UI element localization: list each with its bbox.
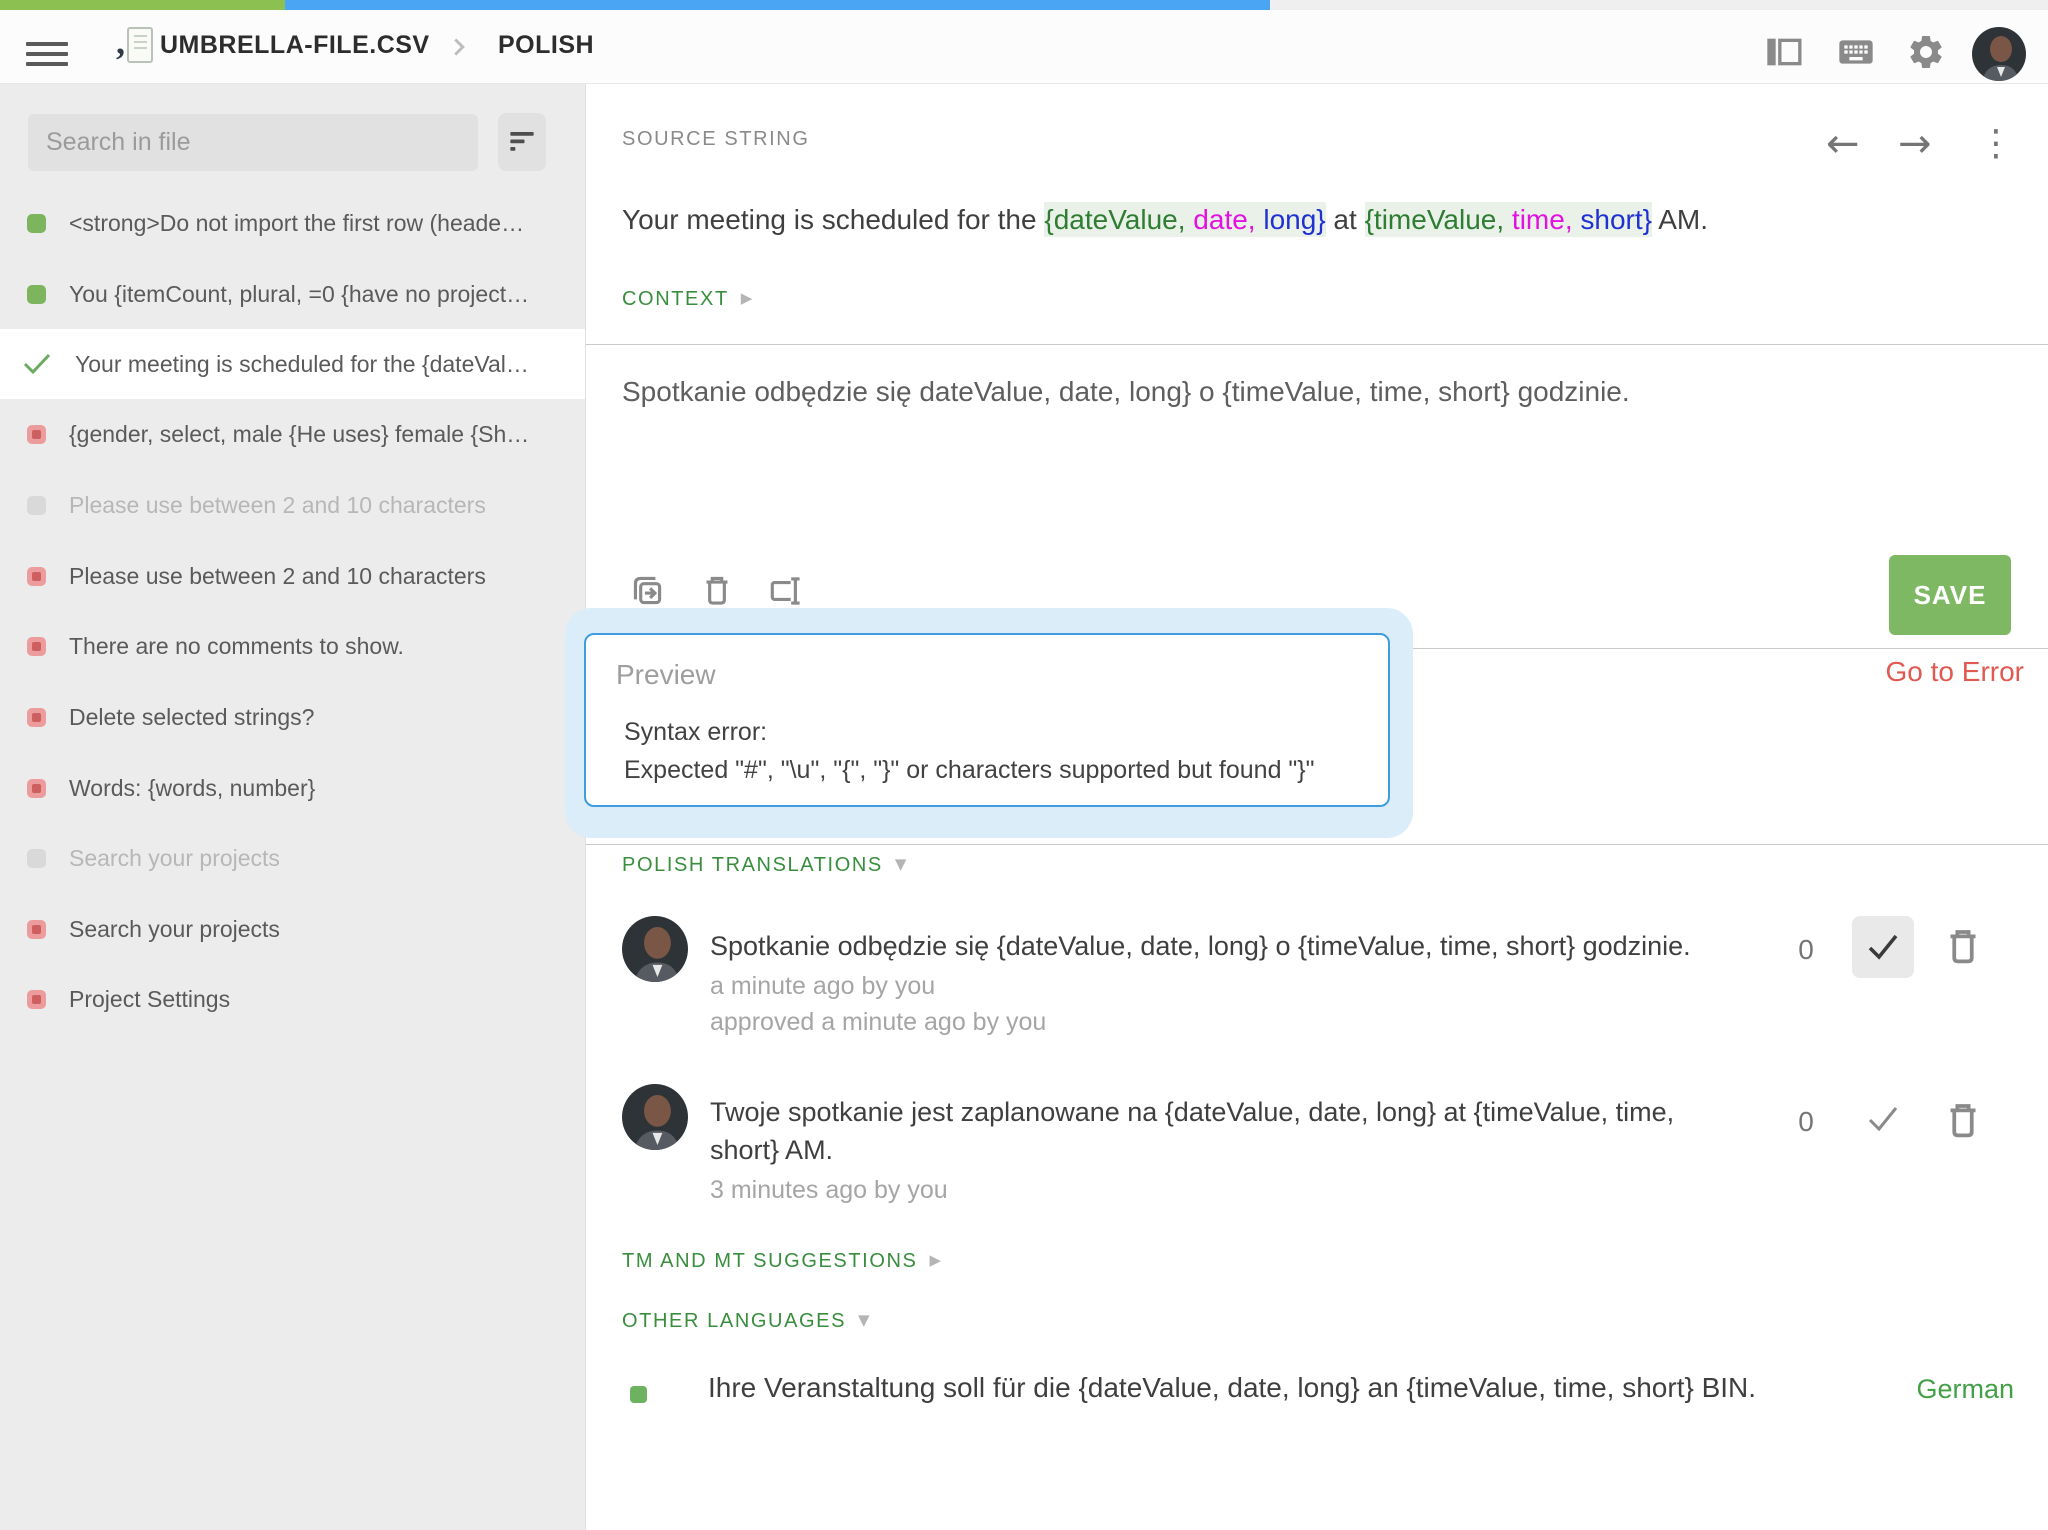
status-approved-icon	[27, 284, 46, 304]
search-input[interactable]	[28, 114, 478, 171]
string-list-item[interactable]: Words: {words, number}	[0, 753, 585, 823]
string-label: Project Settings	[69, 985, 231, 1012]
string-list-item[interactable]: <strong>Do not import the first row (hea…	[0, 188, 585, 258]
delete-translation-icon[interactable]	[1938, 922, 1988, 972]
syntax-error-message: Syntax error: Expected "#", "\u", "{", "…	[624, 718, 1315, 784]
translation-editor-text[interactable]: Spotkanie odbędzie się dateValue, date, …	[622, 376, 1630, 408]
vote-count: 0	[1798, 1106, 1814, 1137]
context-section-toggle[interactable]: CONTEXT ▶	[622, 288, 752, 311]
delete-translation-icon[interactable]	[696, 570, 738, 612]
status-hidden-icon	[27, 848, 46, 868]
delete-translation-icon[interactable]	[1938, 1096, 1988, 1146]
other-languages-section-toggle[interactable]: OTHER LANGUAGES ▼	[622, 1310, 870, 1333]
save-button[interactable]: SAVE	[1889, 555, 2011, 635]
file-progress-bar	[0, 0, 2048, 10]
side-by-side-view-icon[interactable]	[1762, 32, 1806, 72]
source-string-text: Your meeting is scheduled for the {dateV…	[622, 202, 1709, 237]
clear-translation-icon[interactable]	[766, 570, 808, 612]
translation-text: Spotkanie odbędzie się {dateValue, date,…	[710, 931, 1691, 961]
approve-translation-button[interactable]	[1852, 916, 1914, 978]
string-label: Search your projects	[69, 844, 280, 871]
status-untranslated-icon	[27, 566, 46, 586]
string-label: <strong>Do not import the first row (hea…	[69, 209, 525, 236]
approved-check-icon	[22, 351, 52, 377]
status-untranslated-icon	[27, 919, 46, 939]
string-label: There are no comments to show.	[69, 632, 404, 659]
string-label: Search your projects	[69, 915, 280, 942]
copy-source-icon[interactable]	[626, 570, 668, 612]
translation-meta: a minute ago by you	[710, 972, 936, 1000]
status-untranslated-icon	[27, 424, 46, 444]
preview-popup: Preview Syntax error: Expected "#", "\u"…	[565, 608, 1413, 838]
string-list-item[interactable]: Project Settings	[0, 964, 585, 1034]
breadcrumb-file-name[interactable]: UMBRELLA-FILE.CSV	[160, 10, 430, 83]
translation-meta: 3 minutes ago by you	[710, 1176, 948, 1204]
strings-sidebar: <strong>Do not import the first row (hea…	[0, 84, 586, 1530]
preview-label: Preview	[616, 659, 716, 690]
string-label: You {itemCount, plural, =0 {have no proj…	[69, 280, 530, 307]
string-label: Please use between 2 and 10 characters	[69, 562, 486, 589]
polish-translations-section-toggle[interactable]: POLISH TRANSLATIONS ▼	[622, 854, 906, 877]
collapsed-triangle-icon: ▶	[740, 289, 753, 307]
next-string-arrow-icon[interactable]: →	[1898, 122, 1932, 166]
status-untranslated-icon	[27, 636, 46, 656]
keyboard-shortcuts-icon[interactable]	[1834, 32, 1878, 72]
string-list-item[interactable]: Search your projects	[0, 823, 585, 893]
divider	[586, 344, 2048, 345]
previous-string-arrow-icon[interactable]: ←	[1826, 122, 1860, 166]
tm-mt-suggestions-section-toggle[interactable]: TM AND MT SUGGESTIONS ▶	[622, 1250, 941, 1273]
string-list-item[interactable]: Please use between 2 and 10 characters	[0, 541, 585, 611]
string-list-item[interactable]: You {itemCount, plural, =0 {have no proj…	[0, 259, 585, 329]
breadcrumb-language[interactable]: POLISH	[498, 10, 594, 83]
progress-translated-segment	[285, 0, 1270, 10]
other-language-name[interactable]: German	[1916, 1374, 2014, 1405]
translator-avatar	[622, 916, 688, 982]
string-label: Delete selected strings?	[69, 703, 315, 730]
progress-approved-segment	[0, 0, 285, 10]
translation-text: Twoje spotkanie jest zaplanowane na {dat…	[710, 1097, 1675, 1127]
status-untranslated-icon	[27, 989, 46, 1009]
string-label: Please use between 2 and 10 characters	[69, 491, 486, 518]
approve-translation-button[interactable]	[1858, 1094, 1908, 1144]
status-approved-icon	[27, 213, 46, 233]
user-avatar[interactable]	[1972, 27, 2026, 81]
filter-icon	[510, 132, 534, 151]
vote-count: 0	[1798, 934, 1814, 965]
expanded-triangle-icon: ▼	[894, 855, 907, 873]
breadcrumb-chevron-icon	[444, 32, 474, 67]
string-label: {gender, select, male {He uses} female {…	[69, 420, 530, 447]
status-approved-icon	[630, 1386, 647, 1403]
string-label: Your meeting is scheduled for the {dateV…	[75, 350, 529, 377]
filter-button[interactable]	[498, 113, 546, 171]
collapsed-triangle-icon: ▶	[929, 1251, 942, 1269]
string-label: Words: {words, number}	[69, 774, 316, 801]
string-list-item[interactable]: There are no comments to show.	[0, 611, 585, 681]
csv-file-icon: ,	[116, 22, 156, 73]
string-list-item[interactable]: Please use between 2 and 10 characters	[0, 470, 585, 540]
source-string-label: SOURCE STRING	[622, 128, 810, 150]
string-list-item[interactable]: Delete selected strings?	[0, 682, 585, 752]
more-options-kebab-icon[interactable]: ⋮	[1978, 122, 2014, 166]
settings-gear-icon[interactable]	[1904, 32, 1948, 72]
string-list-item-selected[interactable]: Your meeting is scheduled for the {dateV…	[0, 329, 585, 399]
translation-approved-meta: approved a minute ago by you	[710, 1008, 1047, 1036]
app-header: , UMBRELLA-FILE.CSV POLISH	[0, 10, 2048, 84]
hamburger-menu-icon[interactable]	[26, 42, 68, 68]
go-to-error-link[interactable]: Go to Error	[1886, 656, 2024, 688]
translation-text: short} AM.	[710, 1135, 834, 1165]
other-language-translation-text: Ihre Veranstaltung soll für die {dateVal…	[708, 1372, 1757, 1403]
expanded-triangle-icon: ▼	[858, 1311, 870, 1329]
status-untranslated-icon	[27, 707, 46, 727]
status-untranslated-icon	[27, 778, 46, 798]
svg-text:,: ,	[116, 24, 125, 62]
preview-box: Preview Syntax error: Expected "#", "\u"…	[584, 633, 1390, 807]
translator-avatar	[622, 1084, 688, 1150]
status-hidden-icon	[27, 495, 46, 515]
string-list-item[interactable]: {gender, select, male {He uses} female {…	[0, 399, 585, 469]
divider	[586, 844, 2048, 845]
string-list-item[interactable]: Search your projects	[0, 894, 585, 964]
